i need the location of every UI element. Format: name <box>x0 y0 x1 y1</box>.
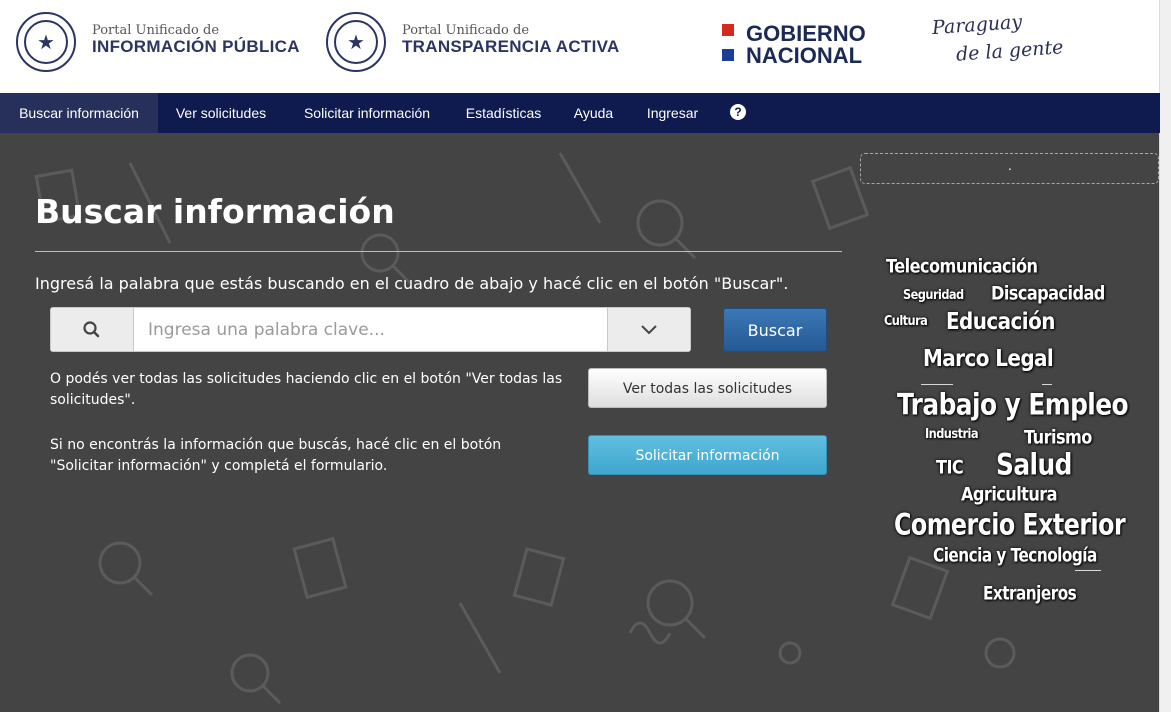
solicitar-text: Si no encontrás la información que buscá… <box>50 437 502 474</box>
search-icon <box>83 321 100 338</box>
search-button[interactable]: Buscar <box>723 308 827 352</box>
ver-solicitudes-text: O podés ver todas las solicitudes hacien… <box>50 371 563 408</box>
main-nav: Buscar información Ver solicitudes Solic… <box>0 93 1160 133</box>
tag-minor-line <box>1042 384 1052 385</box>
search-icon-cell[interactable] <box>51 308 134 351</box>
tag-educacion[interactable]: Educación <box>946 308 1055 334</box>
tag-marco-legal[interactable]: Marco Legal <box>923 345 1054 371</box>
portal-informacion-subtitle: Portal Unificado de <box>92 23 220 38</box>
portal-transparencia-title[interactable]: TRANSPARENCIA ACTIVA <box>402 38 620 56</box>
search-dropdown-toggle[interactable] <box>607 308 690 351</box>
tag-minor-line <box>1075 570 1101 571</box>
page-scrollbar[interactable] <box>1159 0 1171 712</box>
tag-ciencia-tecnologia[interactable]: Ciencia y Tecnología <box>933 545 1097 567</box>
tag-minor-line <box>921 384 953 385</box>
tag-discapacidad[interactable]: Discapacidad <box>991 283 1105 305</box>
site-header: ★ Portal Unificado de INFORMACIÓN PÚBLIC… <box>0 0 1160 93</box>
paraguay-logo-line1: Paraguay <box>931 10 1023 40</box>
tag-agricultura[interactable]: Agricultura <box>961 484 1058 506</box>
tag-seguridad[interactable]: Seguridad <box>903 287 964 302</box>
tag-telecomunicacion[interactable]: Telecomunicación <box>886 256 1038 278</box>
portal-informacion-title[interactable]: INFORMACIÓN PÚBLICA <box>92 38 300 56</box>
search-bar <box>50 307 691 352</box>
help-circle-icon[interactable]: ? <box>730 104 746 120</box>
gobierno-line2: NACIONAL <box>746 43 863 68</box>
page-title: Buscar información <box>35 192 395 231</box>
tag-salud[interactable]: Salud <box>996 448 1072 482</box>
tag-comercio-exterior[interactable]: Comercio Exterior <box>894 508 1126 542</box>
ver-solicitudes-button[interactable]: Ver todas las solicitudes <box>588 368 827 408</box>
nav-item-ayuda[interactable]: Ayuda <box>557 93 630 133</box>
tag-extranjeros[interactable]: Extranjeros <box>983 583 1077 605</box>
tag-industria[interactable]: Industria <box>925 426 979 441</box>
paraguay-logo-line2: de la gente <box>955 36 1065 66</box>
paraguay-seal-icon[interactable]: ★ <box>16 12 76 72</box>
nav-item-ingresar[interactable]: Ingresar <box>630 93 715 133</box>
tag-tic[interactable]: TIC <box>936 457 964 479</box>
title-divider <box>35 251 842 252</box>
nav-item-buscar[interactable]: Buscar información <box>0 93 158 133</box>
tag-trabajo-empleo[interactable]: Trabajo y Empleo <box>897 388 1129 422</box>
portal-transparencia-subtitle: Portal Unificado de <box>402 23 530 38</box>
tag-turismo[interactable]: Turismo <box>1024 427 1092 449</box>
flag-blue-square <box>722 49 734 61</box>
search-instruction: Ingresá la palabra que estás buscando en… <box>35 274 789 293</box>
tag-cultura[interactable]: Cultura <box>884 313 928 328</box>
nav-item-estadisticas[interactable]: Estadísticas <box>450 93 557 133</box>
solicitar-informacion-button[interactable]: Solicitar información <box>588 435 827 475</box>
sidebar-placeholder-dot: . <box>1008 159 1012 173</box>
search-input[interactable] <box>134 308 608 351</box>
nav-item-solicitar[interactable]: Solicitar información <box>284 93 450 133</box>
nav-item-ver-solicitudes[interactable]: Ver solicitudes <box>158 93 284 133</box>
flag-red-square <box>722 24 734 36</box>
paraguay-seal-icon[interactable]: ★ <box>326 12 386 72</box>
chevron-down-icon <box>641 325 657 335</box>
